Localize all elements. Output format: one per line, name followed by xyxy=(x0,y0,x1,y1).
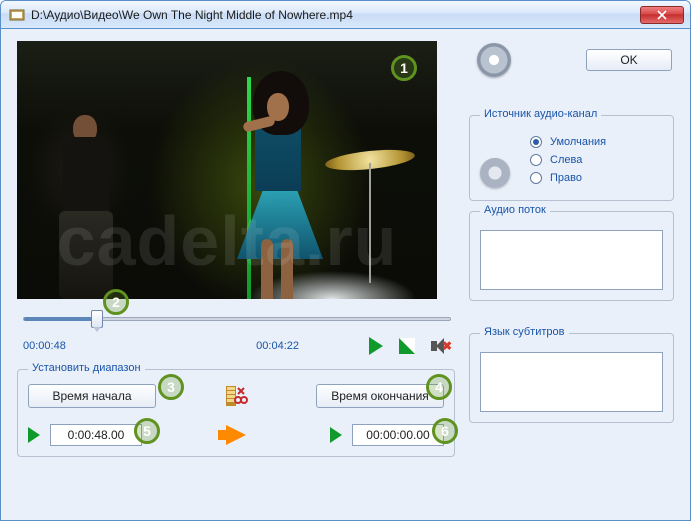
audio-source-group: Источник аудио-канал Умолчания Слева Пра… xyxy=(469,115,674,201)
speaker-icon xyxy=(480,158,510,188)
radio-default[interactable]: Умолчания xyxy=(530,136,663,148)
range-group: Установить диапазон Время начала Время о… xyxy=(17,369,455,457)
callout-1: 1 xyxy=(391,55,417,81)
video-preview[interactable]: cadelta.ru 1 xyxy=(17,41,437,299)
time-total: 00:04:22 xyxy=(256,340,299,352)
end-time-button[interactable]: Время окончания xyxy=(316,384,444,408)
audio-stream-group: Аудио поток xyxy=(469,211,674,301)
play-end-icon[interactable] xyxy=(330,427,342,443)
audio-stream-list[interactable] xyxy=(480,230,663,290)
callout-2: 2 xyxy=(103,289,129,315)
play-start-icon[interactable] xyxy=(28,427,40,443)
titlebar[interactable]: D:\Аудио\Видео\We Own The Night Middle o… xyxy=(1,1,690,29)
callout-4: 4 xyxy=(426,374,452,400)
subtitle-list[interactable] xyxy=(480,352,663,412)
subtitle-title: Язык субтитров xyxy=(480,326,569,338)
audio-stream-title: Аудио поток xyxy=(480,204,550,216)
range-group-title: Установить диапазон xyxy=(28,362,145,374)
ok-button[interactable]: OK xyxy=(586,49,672,71)
arrow-icon xyxy=(226,425,246,445)
start-time-button[interactable]: Время начала xyxy=(28,384,156,408)
callout-5: 5 xyxy=(134,418,160,444)
seek-slider[interactable] xyxy=(23,309,451,335)
cut-icon xyxy=(224,384,248,408)
callout-6: 6 xyxy=(432,418,458,444)
mute-icon[interactable]: ✖ xyxy=(431,338,449,354)
start-time-input[interactable] xyxy=(50,424,142,446)
stop-icon[interactable] xyxy=(399,338,415,354)
subtitle-group: Язык субтитров xyxy=(469,333,674,423)
seek-thumb[interactable] xyxy=(91,310,103,328)
play-icon[interactable] xyxy=(369,337,383,355)
radio-right[interactable]: Право xyxy=(530,172,663,184)
radio-icon[interactable] xyxy=(530,136,542,148)
radio-icon[interactable] xyxy=(530,154,542,166)
radio-left[interactable]: Слева xyxy=(530,154,663,166)
window-title: D:\Аудио\Видео\We Own The Night Middle o… xyxy=(31,8,640,22)
end-time-input[interactable] xyxy=(352,424,444,446)
callout-3: 3 xyxy=(158,374,184,400)
app-icon xyxy=(9,7,25,23)
time-current: 00:00:48 xyxy=(23,340,66,352)
close-button[interactable] xyxy=(640,6,684,24)
audio-source-title: Источник аудио-канал xyxy=(480,108,601,120)
radio-icon[interactable] xyxy=(530,172,542,184)
disc-icon xyxy=(477,43,511,77)
